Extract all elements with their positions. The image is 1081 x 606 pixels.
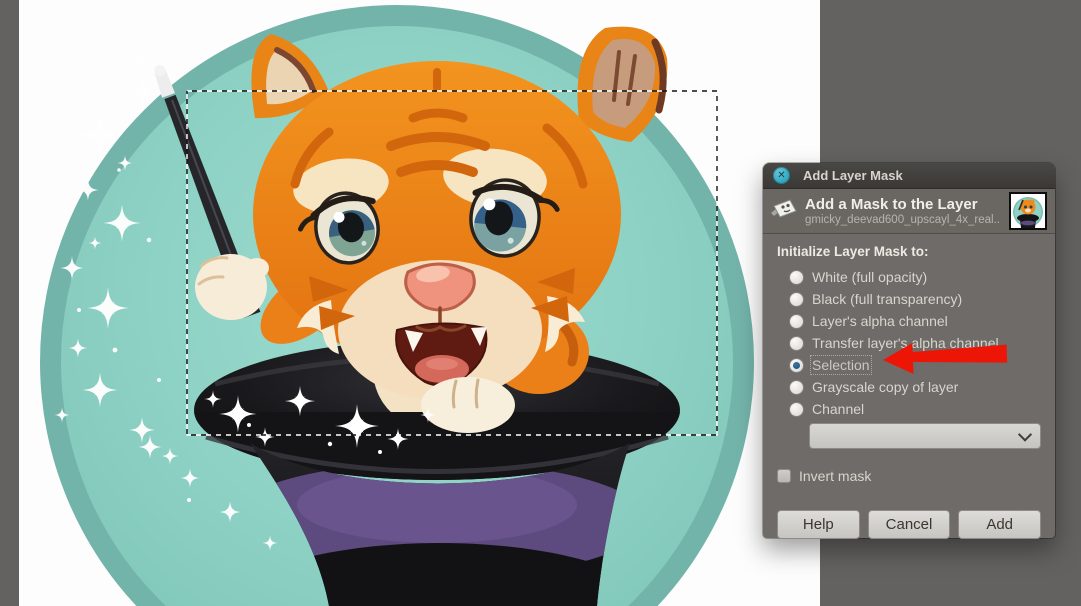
add-button[interactable]: Add: [958, 510, 1042, 539]
radio-selection[interactable]: Selection: [789, 354, 1041, 376]
layer-name: gmicky_deevad600_upscayl_4x_real...: [805, 213, 1001, 226]
invert-mask-row[interactable]: Invert mask: [777, 467, 1041, 485]
help-button[interactable]: Help: [777, 510, 860, 539]
radio-button[interactable]: [789, 401, 804, 417]
radio-button[interactable]: [789, 291, 804, 307]
dialog-body: Initialize Layer Mask to: White (full op…: [763, 234, 1055, 539]
initialize-label: Initialize Layer Mask to:: [777, 244, 929, 259]
radio-layers-alpha-channel[interactable]: Layer's alpha channel: [789, 310, 1041, 332]
radio-channel[interactable]: Channel: [789, 398, 1041, 420]
invert-mask-checkbox[interactable]: [777, 469, 791, 483]
dialog-titlebar[interactable]: ✕ Add Layer Mask: [763, 163, 1055, 189]
radio-transfer-layers-alpha-channel[interactable]: Transfer layer's alpha channel: [789, 332, 1041, 354]
radio-button[interactable]: [789, 379, 804, 395]
artwork-tiger-illustration: [19, 0, 820, 606]
channel-dropdown[interactable]: [809, 423, 1041, 449]
radio-button[interactable]: [789, 313, 804, 329]
dialog-heading: Add a Mask to the Layer: [805, 196, 978, 214]
dialog-title: Add Layer Mask: [803, 168, 903, 183]
radio-button[interactable]: [789, 269, 804, 285]
add-layer-mask-dialog: ✕ Add Layer Mask Add a Mask to the Layer…: [763, 163, 1055, 539]
dialog-header: Add a Mask to the Layer gmicky_deevad600…: [763, 189, 1055, 234]
close-icon[interactable]: ✕: [773, 167, 790, 184]
tiger-paw-on-brim: [421, 377, 515, 433]
dialog-buttons: Help Cancel Add: [777, 510, 1042, 539]
cancel-button[interactable]: Cancel: [867, 510, 951, 539]
radio-white-full-opacity[interactable]: White (full opacity): [789, 266, 1041, 288]
image-canvas[interactable]: [19, 0, 820, 606]
radio-button[interactable]: [789, 357, 804, 373]
chevron-down-icon: [1017, 427, 1033, 442]
radio-grayscale-copy-of-layer[interactable]: Grayscale copy of layer: [789, 376, 1041, 398]
layer-thumbnail: [1009, 192, 1047, 230]
layer-mask-icon: [771, 198, 797, 225]
radio-black-full-transparency[interactable]: Black (full transparency): [789, 288, 1041, 310]
radio-button[interactable]: [789, 335, 804, 351]
